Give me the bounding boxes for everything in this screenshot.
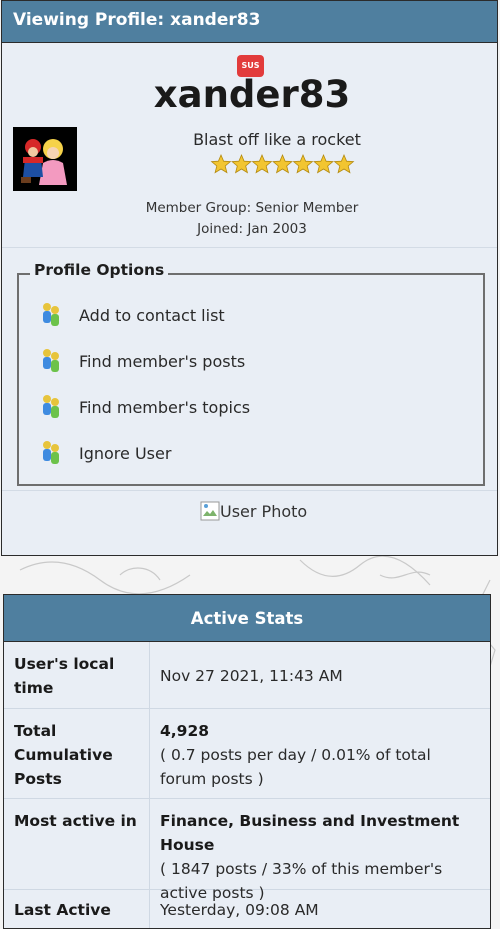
- row-label: Total Cumulative Posts: [4, 709, 150, 798]
- total-posts-count: 4,928: [160, 722, 210, 740]
- profile-options-title: Profile Options: [30, 261, 169, 279]
- option-label: Find member's topics: [79, 397, 251, 417]
- row-label: Most active in: [4, 799, 150, 889]
- table-row: User's local time Nov 27 2021, 11:43 AM: [4, 642, 490, 709]
- find-posts-link[interactable]: Find member's posts: [40, 346, 245, 376]
- profile-panel: Viewing Profile: xander83 SUS xander83 B…: [1, 0, 498, 556]
- username: xander83: [153, 73, 351, 116]
- user-tagline: Blast off like a rocket: [193, 130, 361, 149]
- people-icon: [43, 395, 59, 418]
- row-value: Finance, Business and Investment House (…: [150, 799, 490, 902]
- member-group: Member Group: Senior Member: [145, 200, 359, 216]
- active-stats-title: Active Stats: [4, 595, 490, 642]
- broken-image-icon: [200, 501, 220, 521]
- option-label: Find member's posts: [79, 351, 246, 371]
- people-icon: [43, 349, 59, 372]
- row-label: User's local time: [4, 642, 150, 708]
- total-posts-detail: ( 0.7 posts per day / 0.01% of total for…: [160, 746, 431, 788]
- user-photo-row: User Photo: [2, 491, 497, 536]
- row-value: Nov 27 2021, 11:43 AM: [160, 667, 343, 685]
- user-photo-alt: User Photo: [220, 501, 308, 521]
- ignore-user-link[interactable]: Ignore User: [40, 438, 171, 468]
- find-topics-link[interactable]: Find member's topics: [40, 392, 250, 422]
- star-rating: [211, 154, 354, 174]
- profile-header: Viewing Profile: xander83: [2, 1, 497, 43]
- add-contact-link[interactable]: Add to contact list: [40, 300, 225, 330]
- table-row: Most active in Finance, Business and Inv…: [4, 799, 490, 902]
- people-icon: [43, 303, 59, 326]
- user-photo: User Photo: [200, 501, 307, 521]
- option-label: Add to contact list: [79, 305, 225, 325]
- avatar: [13, 127, 77, 191]
- most-active-forum-link[interactable]: Finance, Business and Investment House: [160, 812, 459, 854]
- profile-summary: SUS xander83 Blast off like a rocket Mem…: [2, 43, 497, 248]
- row-value: 4,928 ( 0.7 posts per day / 0.01% of tot…: [150, 709, 490, 798]
- people-icon: [43, 441, 59, 464]
- table-row: Total Cumulative Posts 4,928 ( 0.7 posts…: [4, 709, 490, 799]
- profile-options-section: Profile Options Add to contact list Find…: [2, 248, 497, 491]
- joined-date: Joined: Jan 2003: [197, 221, 307, 237]
- table-row: Last Active Yesterday, 09:08 AM: [4, 890, 490, 928]
- row-value: Yesterday, 09:08 AM: [160, 901, 319, 919]
- row-label: Last Active: [4, 890, 150, 928]
- option-label: Ignore User: [79, 443, 172, 463]
- active-stats-table: Active Stats User's local time Nov 27 20…: [3, 594, 491, 929]
